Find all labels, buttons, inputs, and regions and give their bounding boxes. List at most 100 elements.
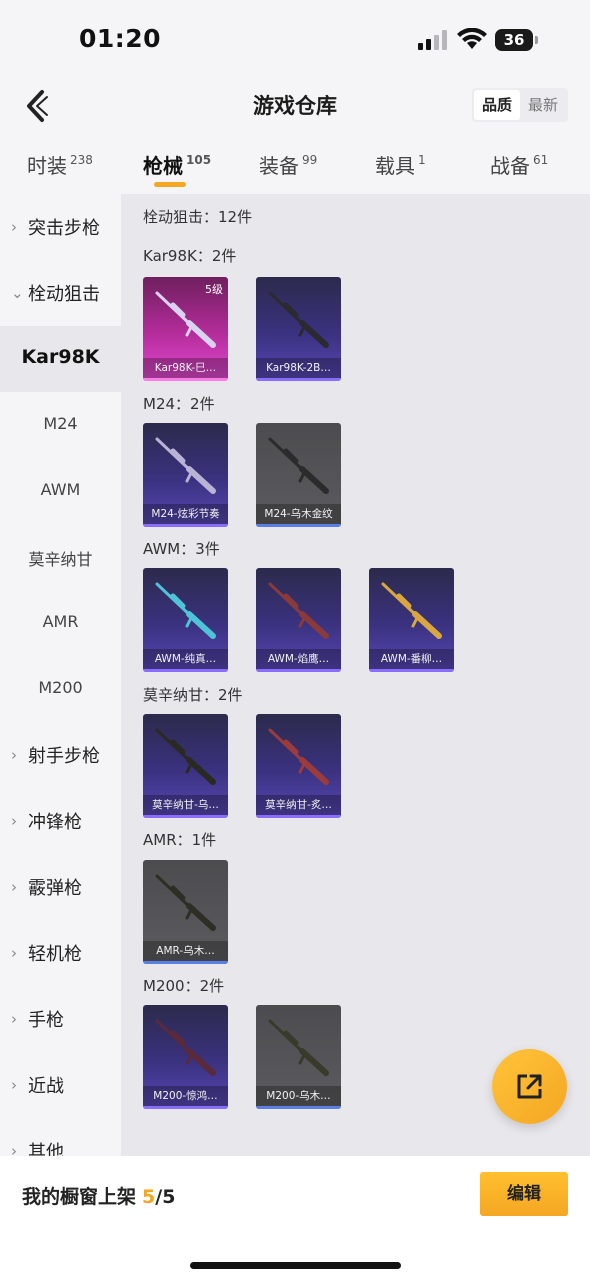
weapon-name: AWM-纯真… (143, 649, 228, 669)
rifle-shape (411, 616, 419, 628)
weapon-grid: 栓动狙击：12件 Kar98K：2件 5级 Kar98K-巳… Kar98K-2… (121, 194, 590, 1156)
tab-count: 238 (70, 153, 93, 167)
rifle-shape (170, 302, 186, 318)
weapon-name: M200-惊鸿… (143, 1086, 228, 1106)
weapon-card[interactable]: M200-乌木… (256, 1005, 341, 1109)
rifle-shape (299, 466, 329, 494)
rifle-shape (185, 471, 193, 483)
edit-button[interactable]: 编辑 (480, 1172, 568, 1216)
rarity-bar (143, 961, 228, 964)
weapon-card[interactable]: AWM-纯真… (143, 568, 228, 672)
sidebar-item-kar98k[interactable]: Kar98K (0, 326, 121, 392)
section-title: Kar98K：2件 (143, 247, 237, 265)
rifle-shape (185, 908, 193, 920)
weapon-card[interactable]: Kar98K-2B… (256, 277, 341, 381)
chevron-right-icon: › (11, 1010, 17, 1028)
tab-count: 61 (533, 153, 549, 167)
showcase-label: 我的橱窗上架 (22, 1186, 137, 1208)
sidebar-item-label: 近战 (28, 1076, 64, 1097)
rifle-shape (186, 466, 216, 494)
rifle-shape (283, 593, 299, 609)
share-icon (517, 1074, 542, 1099)
sidebar-item-smg[interactable]: › 冲锋枪 (0, 788, 121, 854)
rifle-shape (412, 611, 442, 639)
rarity-bar (143, 1106, 228, 1109)
sidebar-item-pistol[interactable]: › 手枪 (0, 986, 121, 1052)
sidebar-item-m24[interactable]: M24 (0, 392, 121, 458)
section-title: AMR：1件 (143, 831, 217, 849)
rarity-bar (143, 524, 228, 527)
tab-guns[interactable]: 枪械 105 (143, 150, 211, 179)
category-summary: 栓动狙击：12件 (143, 208, 253, 226)
sidebar-item-amr[interactable]: AMR (0, 590, 121, 656)
weapon-card[interactable]: AMR-乌木… (143, 860, 228, 964)
rifle-icon (155, 582, 216, 639)
weapon-card[interactable]: M24-炫彩节奏 (143, 423, 228, 527)
tab-count: 1 (418, 153, 426, 167)
weapon-card[interactable]: M24-乌木金纹 (256, 423, 341, 527)
tab-count: 99 (302, 153, 318, 167)
tab-label: 战备 (490, 154, 530, 178)
rifle-shape (298, 762, 306, 774)
rifle-shape (283, 1030, 299, 1046)
weapon-name: M200-乌木… (256, 1086, 341, 1106)
sidebar-item-assault-rifle[interactable]: › 突击步枪 (0, 194, 121, 260)
rarity-bar (256, 524, 341, 527)
share-button[interactable] (492, 1049, 567, 1124)
tab-equipment[interactable]: 装备 99 (259, 150, 317, 179)
level-badge: 5级 (205, 283, 223, 296)
showcase-total: /5 (155, 1186, 176, 1208)
rifle-icon (268, 582, 329, 639)
weapon-name: M24-炫彩节奏 (143, 504, 228, 524)
rifle-shape (185, 1053, 193, 1065)
rarity-bar (143, 378, 228, 381)
weapon-card[interactable]: 莫辛纳甘-乌… (143, 714, 228, 818)
weapon-card[interactable]: AWM-焰鹰… (256, 568, 341, 672)
section-title: AWM：3件 (143, 540, 220, 558)
sidebar-item-dmr[interactable]: › 射手步枪 (0, 722, 121, 788)
rifle-icon (268, 291, 329, 348)
rifle-shape (299, 757, 329, 785)
weapon-name: 莫辛纳甘-乌… (143, 795, 228, 815)
rifle-shape (186, 320, 216, 348)
tab-label: 载具 (375, 154, 415, 178)
weapon-card[interactable]: 莫辛纳甘-炙… (256, 714, 341, 818)
sidebar-item-awm[interactable]: AWM (0, 458, 121, 524)
rifle-shape (299, 611, 329, 639)
showcase-current: 5 (142, 1186, 156, 1208)
sidebar-item-label: 栓动狙击 (28, 284, 100, 305)
sidebar-item-other[interactable]: › 其他 (0, 1118, 121, 1156)
tab-fashion[interactable]: 时装 238 (27, 150, 93, 179)
sidebar-item-label: 手枪 (28, 1010, 64, 1031)
sidebar-item-bolt-sniper[interactable]: ⌄ 栓动狙击 (0, 260, 121, 326)
rifle-icon (268, 437, 329, 494)
category-tabs: 时装 238 枪械 105 装备 99 载具 1 战备 61 (0, 140, 590, 192)
tab-vehicles[interactable]: 载具 1 (375, 150, 426, 179)
sidebar-item-label: AWM (40, 480, 81, 499)
active-tab-indicator (154, 182, 186, 187)
rifle-shape (170, 1030, 186, 1046)
rarity-bar (256, 378, 341, 381)
sidebar-item-m200[interactable]: M200 (0, 656, 121, 722)
bottom-bar: 我的橱窗上架 5/5 编辑 (0, 1156, 590, 1280)
sidebar-item-melee[interactable]: › 近战 (0, 1052, 121, 1118)
chevron-right-icon: › (11, 746, 17, 764)
battery-icon: 36 (495, 29, 533, 51)
rifle-icon (155, 874, 216, 931)
weapon-name: Kar98K-2B… (256, 358, 341, 378)
weapon-card[interactable]: 5级 Kar98K-巳… (143, 277, 228, 381)
sidebar-item-lmg[interactable]: › 轻机枪 (0, 920, 121, 986)
sidebar-item-shotgun[interactable]: › 霰弹枪 (0, 854, 121, 920)
tab-supplies[interactable]: 战备 61 (490, 150, 548, 179)
sort-option-latest[interactable]: 最新 (520, 90, 566, 120)
sort-option-quality[interactable]: 品质 (474, 90, 520, 120)
sidebar-item-mosin[interactable]: 莫辛纳甘 (0, 524, 121, 590)
status-time: 01:20 (79, 24, 162, 53)
rifle-shape (299, 320, 329, 348)
weapon-card[interactable]: AWM-番柳… (369, 568, 454, 672)
chevron-right-icon: › (11, 1076, 17, 1094)
sidebar-item-label: 突击步枪 (28, 218, 100, 239)
rifle-shape (298, 616, 306, 628)
weapon-name: AMR-乌木… (143, 941, 228, 961)
weapon-card[interactable]: M200-惊鸿… (143, 1005, 228, 1109)
